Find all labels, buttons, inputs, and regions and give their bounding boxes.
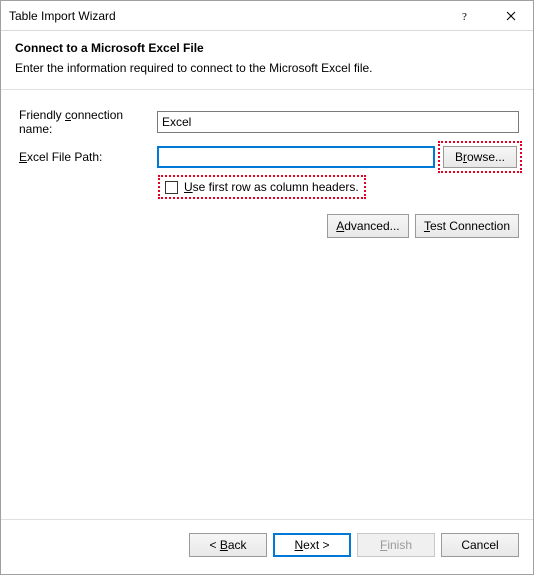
file-path-label: Excel File Path: <box>15 150 157 164</box>
header-title: Connect to a Microsoft Excel File <box>15 41 519 55</box>
wizard-footer: < Back Next > Finish Cancel <box>1 519 533 569</box>
browse-button[interactable]: Browse... <box>443 146 517 168</box>
finish-button: Finish <box>357 533 435 557</box>
content-area: Friendly connection name: Excel File Pat… <box>1 89 533 519</box>
friendly-name-row: Friendly connection name: <box>15 108 519 136</box>
advanced-button[interactable]: Advanced... <box>327 214 409 238</box>
back-button[interactable]: < Back <box>189 533 267 557</box>
window-title: Table Import Wizard <box>9 9 443 23</box>
advanced-row: Advanced... Test Connection <box>15 214 519 238</box>
next-button[interactable]: Next > <box>273 533 351 557</box>
header-subtitle: Enter the information required to connec… <box>15 61 519 75</box>
first-row-headers-row[interactable]: Use first row as column headers. <box>161 178 363 196</box>
help-icon: ? <box>461 11 471 21</box>
close-button[interactable] <box>488 1 533 30</box>
file-path-input[interactable] <box>157 146 435 168</box>
file-path-row: Excel File Path: Browse... <box>15 144 519 170</box>
friendly-name-label: Friendly connection name: <box>15 108 157 136</box>
test-connection-button[interactable]: Test Connection <box>415 214 519 238</box>
browse-highlight: Browse... <box>441 144 519 170</box>
help-button[interactable]: ? <box>443 1 488 30</box>
cancel-button[interactable]: Cancel <box>441 533 519 557</box>
title-bar: Table Import Wizard ? <box>1 1 533 31</box>
close-icon <box>506 11 516 21</box>
svg-text:?: ? <box>462 11 467 21</box>
first-row-headers-checkbox[interactable] <box>165 181 178 194</box>
first-row-headers-label: Use first row as column headers. <box>184 180 359 194</box>
friendly-name-input[interactable] <box>157 111 519 133</box>
wizard-header: Connect to a Microsoft Excel File Enter … <box>1 31 533 89</box>
